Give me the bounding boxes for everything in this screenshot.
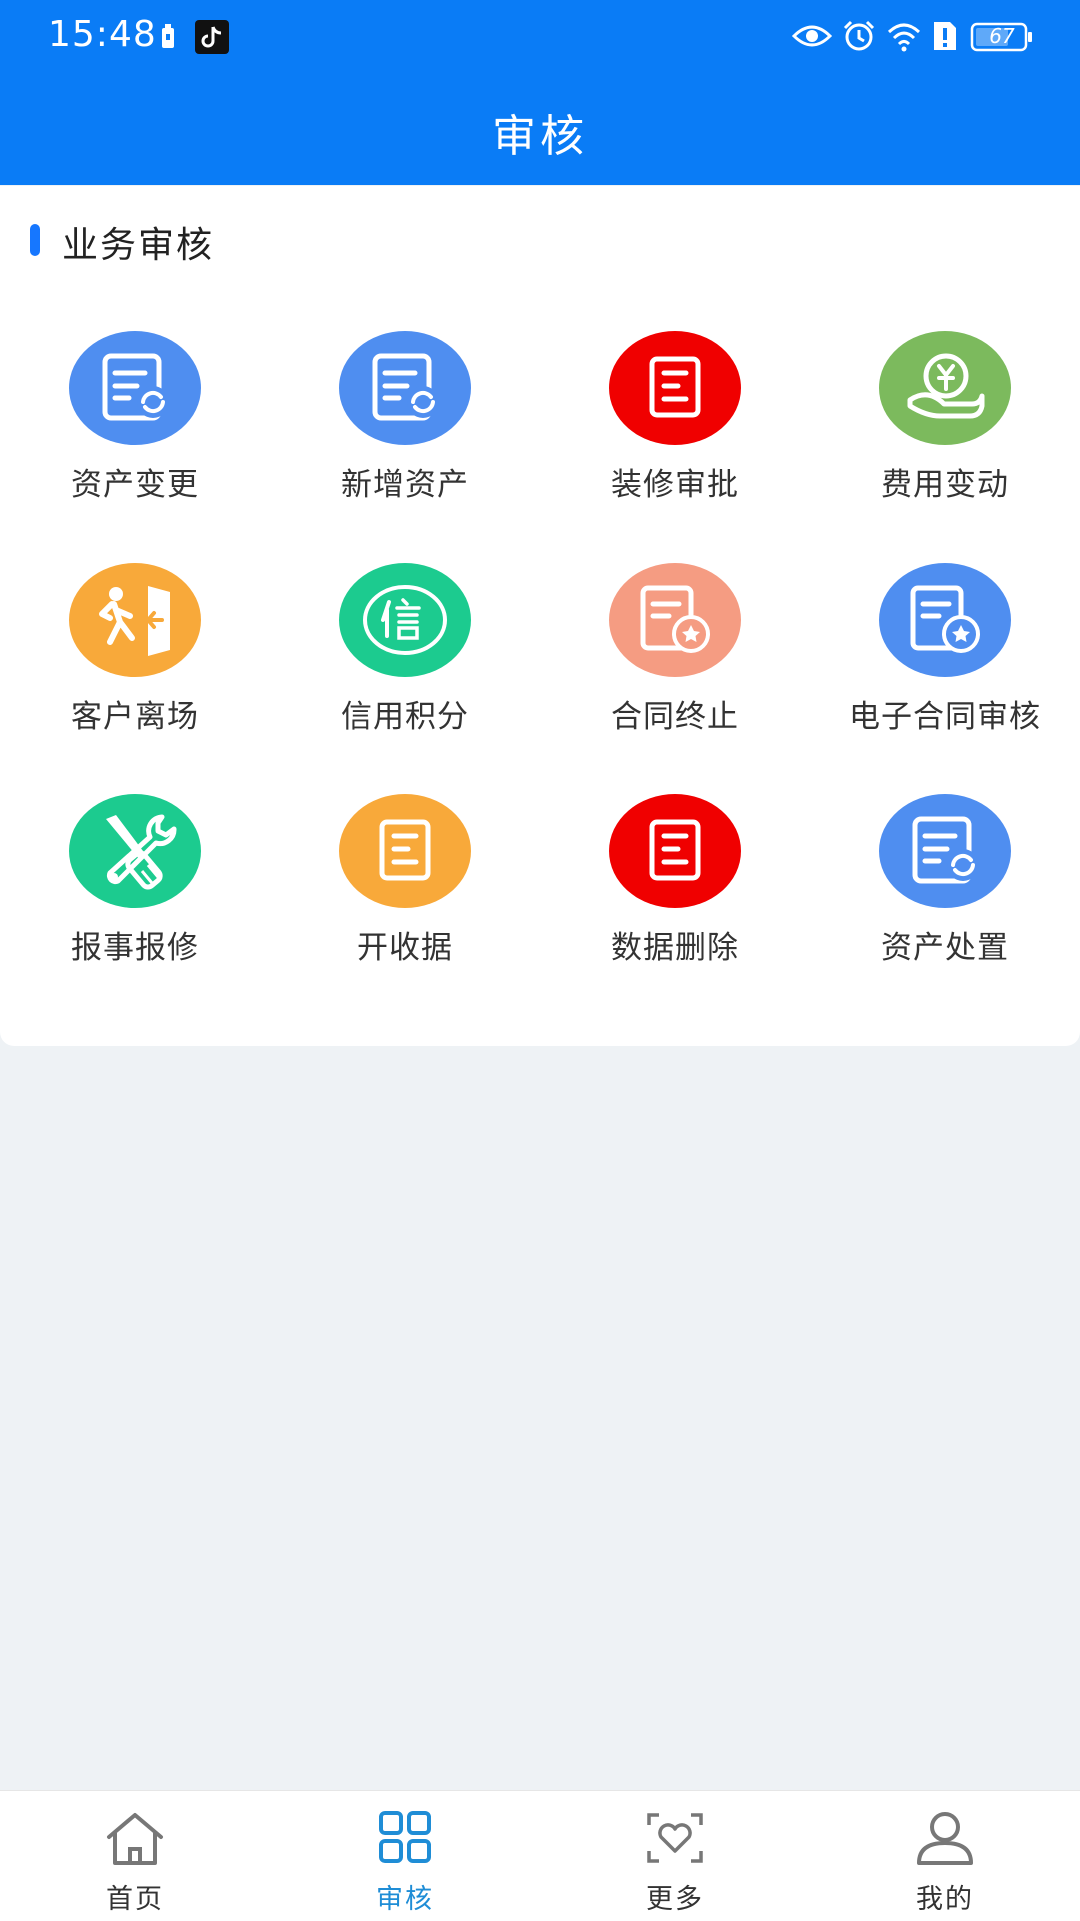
user-icon bbox=[917, 1812, 973, 1865]
grid-label: 信用积分 bbox=[341, 699, 469, 735]
document-refresh-icon bbox=[339, 331, 471, 445]
grid-item-credit-score[interactable]: 信用积分 bbox=[270, 563, 540, 763]
business-review-card: 业务审核 资产变更 新增资产 装修审批 费用变动 客户离场 信用积分 合同终止 … bbox=[0, 186, 1080, 1046]
grid-item-e-contract-review[interactable]: 电子合同审核 bbox=[810, 563, 1080, 763]
grid-label: 开收据 bbox=[357, 930, 453, 966]
document-list-icon bbox=[609, 331, 741, 445]
nav-label: 审核 bbox=[376, 1884, 434, 1915]
grid-label: 合同终止 bbox=[611, 699, 739, 735]
grid-item-expense-change[interactable]: 费用变动 bbox=[810, 331, 1080, 531]
status-bar: 15:48 67 bbox=[0, 0, 1080, 76]
nav-item-home[interactable]: 首页 bbox=[0, 1791, 270, 1921]
nav-label: 我的 bbox=[916, 1884, 974, 1915]
nav-item-more[interactable]: 更多 bbox=[540, 1791, 810, 1921]
grid-label: 资产变更 bbox=[71, 467, 199, 503]
grid-item-asset-disposal[interactable]: 资产处置 bbox=[810, 794, 1080, 994]
sim-alert-icon bbox=[934, 22, 956, 50]
money-hand-icon bbox=[879, 331, 1011, 445]
nav-label: 首页 bbox=[106, 1884, 164, 1915]
eye-icon bbox=[792, 25, 832, 47]
heart-scan-icon bbox=[647, 1813, 703, 1863]
bottom-nav: 首页 审核 更多 我的 bbox=[0, 1790, 1080, 1921]
credit-badge-icon bbox=[339, 563, 471, 677]
home-icon bbox=[107, 1813, 163, 1865]
grid-label: 报事报修 bbox=[71, 930, 199, 966]
section-title: 业务审核 bbox=[62, 225, 215, 266]
grid-item-data-deletion[interactable]: 数据删除 bbox=[540, 794, 810, 994]
status-time: 15:48 bbox=[48, 14, 157, 55]
wrench-screwdriver-icon bbox=[69, 794, 201, 908]
document-list-icon bbox=[339, 794, 471, 908]
grid-label: 客户离场 bbox=[71, 699, 199, 735]
grid-label: 装修审批 bbox=[611, 467, 739, 503]
battery-saver-icon bbox=[162, 24, 174, 48]
document-list-icon bbox=[609, 794, 741, 908]
grid-label: 电子合同审核 bbox=[849, 699, 1041, 735]
grid-label: 数据删除 bbox=[611, 930, 739, 966]
nav-item-review[interactable]: 审核 bbox=[270, 1791, 540, 1921]
grid-item-repair-report[interactable]: 报事报修 bbox=[0, 794, 270, 994]
alarm-icon bbox=[843, 20, 875, 51]
grid-item-issue-receipt[interactable]: 开收据 bbox=[270, 794, 540, 994]
nav-item-mine[interactable]: 我的 bbox=[810, 1791, 1080, 1921]
grid-icon bbox=[379, 1811, 431, 1863]
page-title: 审核 bbox=[492, 111, 588, 162]
document-refresh-icon bbox=[879, 794, 1011, 908]
grid-label: 资产处置 bbox=[881, 930, 1009, 966]
contract-star-icon bbox=[879, 563, 1011, 677]
grid-label: 新增资产 bbox=[341, 467, 469, 503]
app-header: 15:48 67 审核 bbox=[0, 0, 1080, 185]
grid-item-contract-termination[interactable]: 合同终止 bbox=[540, 563, 810, 763]
grid-item-new-asset[interactable]: 新增资产 bbox=[270, 331, 540, 531]
grid-label: 费用变动 bbox=[881, 467, 1009, 503]
grid-item-renovation-approval[interactable]: 装修审批 bbox=[540, 331, 810, 531]
section-marker bbox=[30, 224, 40, 256]
grid-item-customer-exit[interactable]: 客户离场 bbox=[0, 563, 270, 763]
exit-door-icon bbox=[69, 563, 201, 677]
wifi-icon bbox=[887, 23, 921, 52]
tiktok-icon bbox=[195, 20, 229, 54]
document-refresh-icon bbox=[69, 331, 201, 445]
battery-level: 67 bbox=[989, 24, 1015, 48]
contract-star-icon bbox=[609, 563, 741, 677]
nav-label: 更多 bbox=[646, 1884, 704, 1915]
grid-item-asset-change[interactable]: 资产变更 bbox=[0, 331, 270, 531]
